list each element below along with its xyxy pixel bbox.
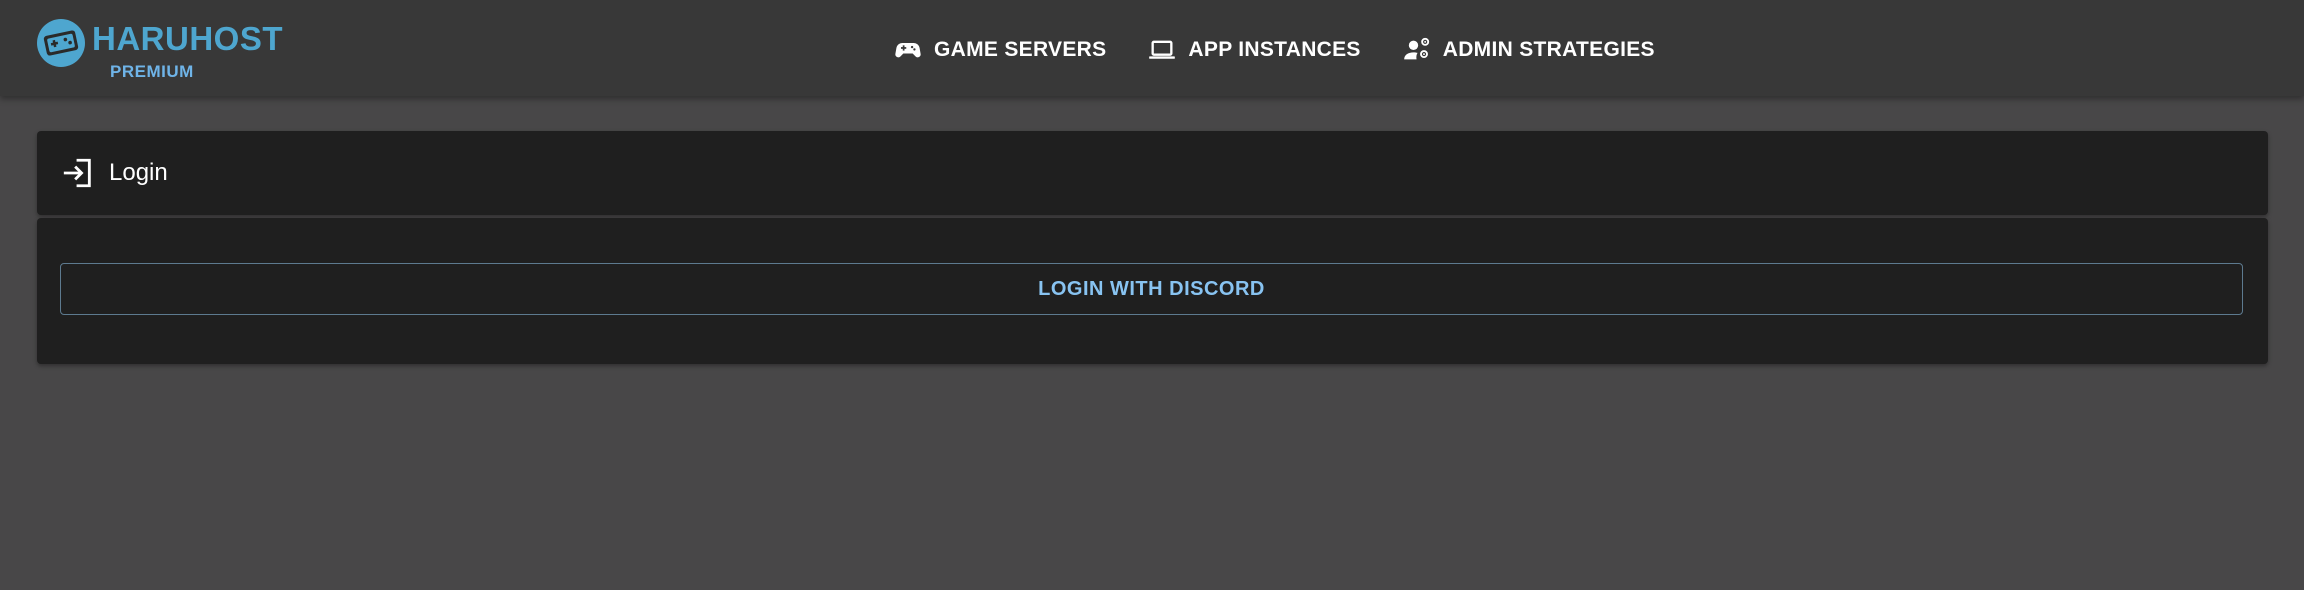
nav-label: GAME SERVERS	[934, 38, 1107, 61]
nav-item-app-instances[interactable]: APP INSTANCES	[1148, 26, 1360, 74]
nav-item-admin-strategies[interactable]: ADMIN STRATEGIES	[1403, 26, 1655, 74]
top-app-bar: HARUHOST PREMIUM GAME SERVERS APP INSTAN…	[0, 0, 2304, 96]
login-with-discord-button[interactable]: LOGIN WITH DISCORD	[60, 263, 2243, 315]
nav-label: ADMIN STRATEGIES	[1442, 38, 1655, 61]
login-icon	[63, 158, 91, 188]
brand-logo-icon	[37, 19, 85, 67]
login-card-body: LOGIN WITH DISCORD	[37, 218, 2268, 364]
brand-tier: PREMIUM	[110, 62, 194, 81]
nav-label: APP INSTANCES	[1188, 38, 1361, 61]
brand-name: HARUHOST	[92, 20, 283, 57]
laptop-icon	[1149, 40, 1176, 59]
admin-user-gear-icon	[1403, 37, 1429, 60]
main-nav: GAME SERVERS APP INSTANCES ADMIN STRATEG…	[894, 26, 1697, 74]
gamepad-icon	[895, 43, 921, 58]
login-card-header: Login	[37, 131, 2268, 215]
nav-item-game-servers[interactable]: GAME SERVERS	[894, 26, 1106, 74]
login-title: Login	[109, 159, 168, 186]
